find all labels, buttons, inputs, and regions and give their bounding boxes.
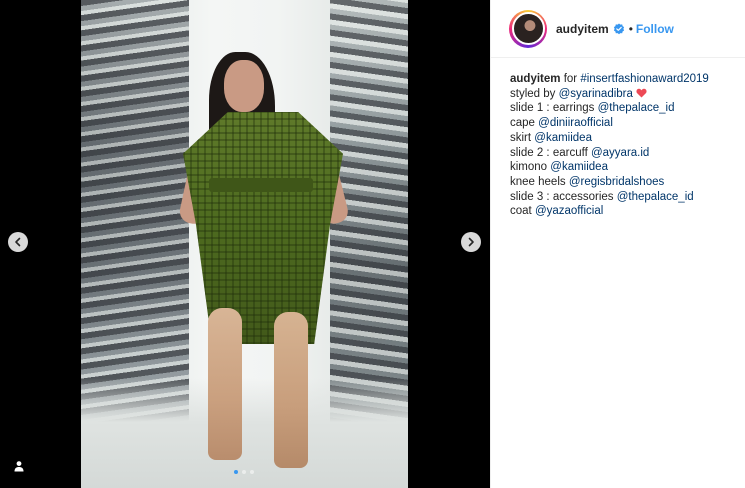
mention-link[interactable]: @yazaofficial: [535, 205, 603, 217]
header-separator: •: [628, 21, 633, 36]
post-caption: audyitem for #insertfashionaward2019 styl…: [491, 58, 745, 219]
caption-line: slide 3 : accessories @thepalace_id: [510, 190, 745, 205]
user-tag-icon: [14, 461, 24, 472]
mention-link[interactable]: @thepalace_id: [598, 102, 675, 114]
caption-text: slide 1 : earrings: [510, 102, 598, 115]
carousel-next-button[interactable]: [461, 232, 481, 252]
caption-text: kimono: [510, 161, 551, 174]
caption-text: slide 2 : earcuff: [510, 146, 591, 159]
photo-model-boot-left: [208, 308, 242, 460]
caption-line: coat @yazaofficial: [510, 204, 745, 219]
photo-model-belt: [209, 178, 313, 192]
follow-button[interactable]: Follow: [636, 22, 674, 36]
photo-model-green-cape: [183, 112, 343, 344]
caption-line: knee heels @regisbridalshoes: [510, 175, 745, 190]
caption-text: slide 3 : accessories: [510, 190, 617, 203]
caption-text: for: [560, 73, 581, 85]
post-header: audyitem • Follow: [491, 0, 745, 58]
photo-model-face: [224, 60, 264, 112]
caption-text: styled by: [510, 87, 559, 100]
media-pane: [0, 0, 490, 488]
carousel-dot: [234, 470, 238, 474]
caption-line: kimono @kamiidea: [510, 160, 745, 175]
caption-username[interactable]: audyitem: [510, 73, 561, 85]
verified-badge-icon: [613, 23, 624, 34]
caption-line: cape @diniiraofficial: [510, 116, 745, 131]
mention-link[interactable]: @thepalace_id: [617, 191, 694, 203]
photo-model-boot-right: [274, 312, 308, 468]
caption-line: styled by @syarinadibra: [510, 87, 745, 102]
mention-link[interactable]: @regisbridalshoes: [569, 176, 664, 188]
avatar: [511, 12, 545, 45]
post-side-pane: audyitem • Follow audyitem for #insertfa…: [490, 0, 745, 488]
caption-line: audyitem for #insertfashionaward2019: [510, 72, 745, 87]
caption-text: coat: [510, 205, 535, 218]
caption-line: slide 2 : earcuff @ayyara.id: [510, 146, 745, 161]
mention-link[interactable]: @kamiidea: [534, 132, 592, 144]
caption-line: skirt @kamiidea: [510, 131, 745, 146]
mention-link[interactable]: @syarinadibra: [559, 88, 633, 100]
header-username[interactable]: audyitem: [556, 22, 609, 36]
mention-link[interactable]: @diniiraofficial: [538, 117, 613, 129]
caption-text: cape: [510, 117, 539, 130]
user-tag-button[interactable]: [11, 458, 27, 474]
mention-link[interactable]: @kamiidea: [550, 161, 608, 173]
carousel-dot: [242, 470, 246, 474]
hashtag-link[interactable]: #insertfashionaward2019: [580, 73, 709, 85]
post-photo[interactable]: [81, 0, 408, 488]
chevron-left-icon: [15, 237, 21, 247]
avatar-story-ring[interactable]: [509, 9, 547, 48]
carousel-dots: [234, 470, 254, 474]
chevron-right-icon: [468, 237, 474, 247]
red-heart-icon: [636, 88, 647, 98]
carousel-dot: [250, 470, 254, 474]
carousel-prev-button[interactable]: [8, 232, 28, 252]
caption-text: knee heels: [510, 175, 569, 188]
mention-link[interactable]: @ayyara.id: [591, 147, 649, 159]
caption-text: skirt: [510, 131, 535, 144]
caption-line: slide 1 : earrings @thepalace_id: [510, 101, 745, 116]
